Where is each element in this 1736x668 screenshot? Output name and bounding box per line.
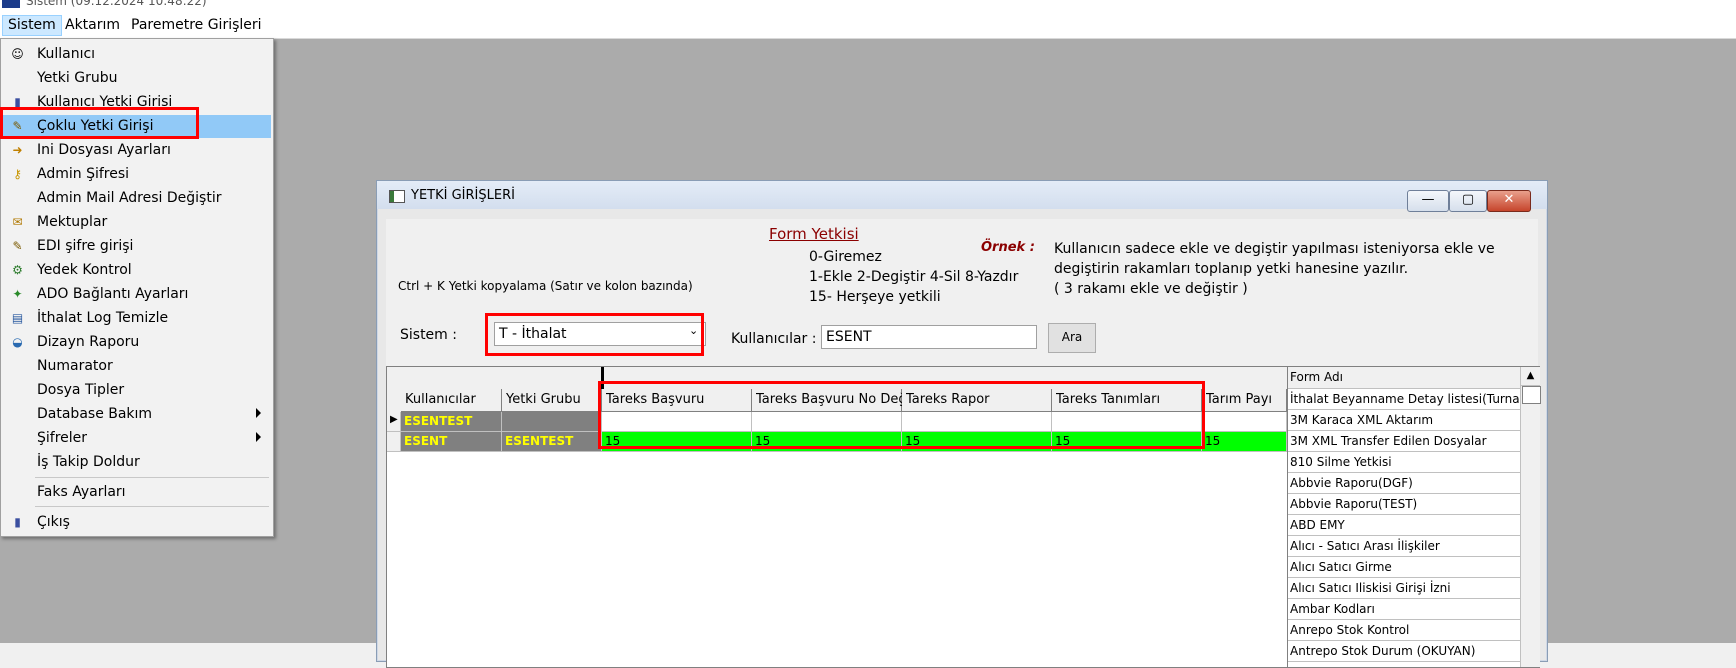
ara-button[interactable]: Ara [1048, 323, 1096, 353]
menu-item-yedek-kontrol[interactable]: ⚙ Yedek Kontrol [3, 259, 271, 282]
menu-separator [35, 477, 269, 478]
menu-item-numarator[interactable]: Numarator [3, 355, 271, 378]
column-header[interactable]: Tarım Payı [1202, 389, 1287, 412]
form-list-scrollbar[interactable]: ▲ [1520, 367, 1541, 667]
menu-item-yetki-grubu[interactable]: Yetki Grubu [3, 67, 271, 90]
list-item[interactable]: Alıcı - Satıcı Arası İlişkiler [1288, 536, 1521, 557]
menu-bar: Sistem Aktarım Paremetre Girişleri [0, 12, 1736, 39]
annotation-highlight-sistem [485, 313, 704, 356]
column-header[interactable]: Yetki Grubu [502, 389, 602, 412]
menu-item-admin-sifresi[interactable]: ⚷ Admin Şifresi [3, 163, 271, 186]
menu-item-sifreler[interactable]: Şifreler [3, 427, 271, 450]
menu-aktarim[interactable]: Aktarım [60, 16, 125, 35]
plug-icon: ✦ [12, 287, 23, 301]
list-item[interactable]: Alıcı Satıcı Iliskisi Girişi İzni [1288, 578, 1521, 599]
row-indicator-icon[interactable]: ▶ [387, 412, 401, 432]
app-title: Sistem (09.12.2024 10:48:22) [26, 0, 207, 8]
table-cell[interactable]: 15 [1202, 432, 1287, 452]
window-icon [389, 190, 405, 203]
ornek-line-1: Kullanıcın sadece ekle ve degiştir yapıl… [1054, 241, 1495, 257]
menu-item-kullanici[interactable]: ☺ Kullanıcı [3, 43, 271, 66]
maximize-button[interactable]: ▢ [1449, 190, 1487, 212]
table-cell[interactable] [1202, 412, 1287, 432]
form-list-header[interactable]: Form Adı [1288, 367, 1521, 389]
kullanicilar-label: Kullanıcılar : [731, 331, 817, 347]
list-item[interactable]: 3M Karaca XML Aktarım [1288, 410, 1521, 431]
menu-item-ado-baglanti[interactable]: ✦ ADO Bağlantı Ayarları [3, 283, 271, 306]
menu-item-ithalat-log-temizle[interactable]: ▤ İthalat Log Temizle [3, 307, 271, 330]
list-item[interactable]: ABD EMY [1288, 515, 1521, 536]
list-item[interactable]: Antrepo Stok Durum (OKUYAN) [1288, 641, 1521, 662]
menu-item-mektuplar[interactable]: ✉ Mektuplar [3, 211, 271, 234]
menu-item-faks-ayarlari[interactable]: Faks Ayarları [3, 481, 271, 504]
ornek-line-2: degiştirin rakamları toplanıp yetki hane… [1054, 261, 1409, 277]
scroll-thumb[interactable] [1522, 386, 1541, 404]
table-cell[interactable] [502, 412, 602, 432]
menu-parametre-girisleri[interactable]: Paremetre Girişleri [126, 16, 267, 35]
report-icon: ◒ [12, 335, 23, 349]
table-cell[interactable]: ESENTEST [502, 432, 602, 452]
tools-icon: ✎ [12, 239, 23, 253]
menu-item-admin-mail[interactable]: Admin Mail Adresi Değiştir [3, 187, 271, 210]
menu-item-edi-sifre-girisi[interactable]: ✎ EDI şifre girişi [3, 235, 271, 258]
table-cell[interactable]: ESENTEST [401, 412, 502, 432]
menu-item-database-bakim[interactable]: Database Bakım [3, 403, 271, 426]
annotation-highlight-menu-item [0, 107, 199, 139]
close-button[interactable]: ✕ [1487, 190, 1531, 212]
sistem-label: Sistem : [400, 327, 457, 343]
window-caption: YETKİ GİRİŞLERİ — ▢ ✕ [377, 181, 1547, 212]
copy-hint-text: Ctrl + K Yetki kopyalama (Satır ve kolon… [398, 279, 693, 293]
list-item[interactable]: Abbvie Raporu(DGF) [1288, 473, 1521, 494]
menu-item-dizayn-raporu[interactable]: ◒ Dizayn Raporu [3, 331, 271, 354]
list-item[interactable]: Abbvie Raporu(TEST) [1288, 494, 1521, 515]
list-item[interactable]: Alıcı Satıcı Girme [1288, 557, 1521, 578]
list-item[interactable]: Anrepo Stok Kontrol [1288, 620, 1521, 641]
minimize-button[interactable]: — [1407, 190, 1449, 212]
list-item[interactable]: 3M XML Transfer Edilen Dosyalar [1288, 431, 1521, 452]
form-adi-list: Form Adı ▲ İthalat Beyanname Detay liste… [1287, 366, 1541, 668]
exit-icon: ▮ [14, 515, 21, 529]
table-cell[interactable]: ESENT [401, 432, 502, 452]
submenu-arrow-icon [256, 408, 261, 418]
menu-sistem[interactable]: Sistem [2, 15, 62, 36]
list-item[interactable]: 810 Silme Yetkisi [1288, 452, 1521, 473]
log-icon: ▤ [11, 311, 24, 325]
menu-separator [35, 506, 269, 507]
submenu-arrow-icon [256, 432, 261, 442]
user-icon: ☺ [11, 47, 24, 61]
annotation-highlight-tareks-columns [598, 381, 1205, 449]
letter-icon: ✉ [12, 215, 23, 229]
list-item[interactable]: Ambar Kodları [1288, 599, 1521, 620]
grid-band-header [401, 367, 602, 390]
menu-item-ini-dosyasi-ayarlari[interactable]: ➜ Ini Dosyası Ayarları [3, 139, 271, 162]
menu-item-dosya-tipler[interactable]: Dosya Tipler [3, 379, 271, 402]
row-indicator[interactable] [387, 432, 401, 452]
app-icon [2, 0, 20, 8]
list-item[interactable]: İthalat Beyanname Detay listesi(Turna [1288, 389, 1521, 410]
scroll-up-icon[interactable]: ▲ [1521, 367, 1540, 386]
form-yetkisi-title: Form Yetkisi [769, 225, 859, 243]
backup-icon: ⚙ [12, 263, 23, 277]
legend-line-2: 1-Ekle 2-Degiştir 4-Sil 8-Yazdır [809, 269, 1019, 285]
menu-item-cikis[interactable]: ▮ Çıkış [3, 511, 271, 534]
legend-line-3: 15- Herşeye yetkili [809, 289, 941, 305]
column-header[interactable]: Kullanıcılar [401, 389, 502, 412]
window-title: YETKİ GİRİŞLERİ [411, 188, 515, 203]
legend-line-1: 0-Giremez [809, 249, 882, 265]
arrow-file-icon: ➜ [12, 143, 23, 157]
ornek-line-3: ( 3 rakamı ekle ve değiştir ) [1054, 281, 1248, 297]
kullanicilar-input[interactable]: ESENT [821, 325, 1037, 349]
ornek-label: Örnek : [981, 240, 1035, 255]
key-icon: ⚷ [13, 167, 22, 181]
app-title-bar: Sistem (09.12.2024 10:48:22) [0, 0, 1736, 12]
menu-item-is-takip-doldur[interactable]: İş Takip Doldur [3, 451, 271, 474]
